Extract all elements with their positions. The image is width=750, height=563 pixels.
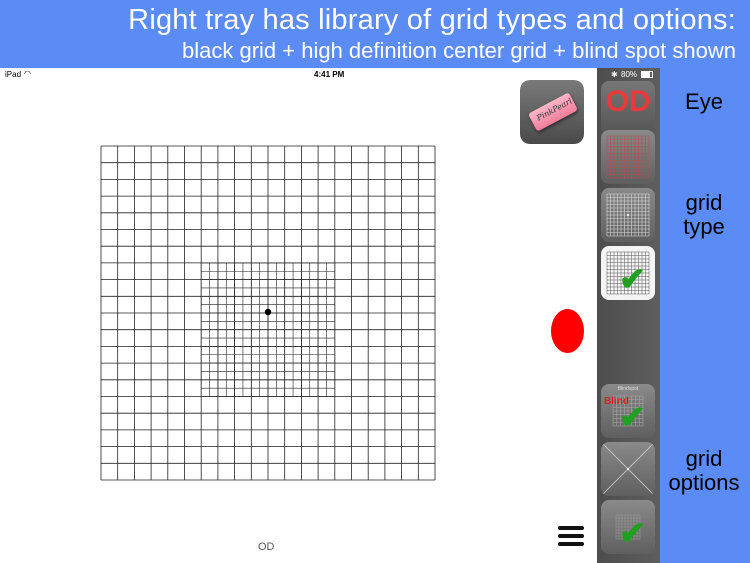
- annotation-grid-type-line1: grid: [685, 190, 723, 215]
- eye-toggle-button[interactable]: OD: [601, 81, 655, 135]
- hamburger-menu-icon[interactable]: [558, 526, 584, 548]
- hd-center-option-button[interactable]: ✔: [601, 500, 655, 554]
- banner-title: Right tray has library of grid types and…: [128, 4, 736, 36]
- grid-type-red-button[interactable]: [601, 130, 655, 184]
- bluetooth-icon: ✱: [611, 70, 618, 79]
- current-eye-label: OD: [258, 541, 275, 553]
- right-tray: ✱ 80% OD ✔ Blindspot Blind ✔ ✔: [597, 68, 660, 563]
- annotation-eye: Eye: [685, 89, 723, 114]
- blind-option-header: Blindspot: [617, 386, 639, 392]
- checkmark-icon: ✔: [619, 399, 646, 435]
- grid-type-black-button[interactable]: ✔: [601, 246, 655, 300]
- grid-type-white-button[interactable]: [601, 188, 655, 242]
- checkmark-icon: ✔: [619, 515, 646, 551]
- diagonal-lines-icon: [602, 443, 654, 495]
- ipad-screen: iPad ◠ 4:41 PM PinkPearl OD ✱ 80% OD ✔ B…: [0, 68, 660, 563]
- white-grid-thumbnail-icon: [606, 193, 650, 237]
- annotation-grid-options-line1: grid: [685, 446, 723, 471]
- eraser-button[interactable]: PinkPearl: [520, 80, 584, 144]
- annotation-grid-type-line2: type: [683, 214, 725, 239]
- battery-icon: [641, 71, 653, 78]
- battery-percent: 80%: [621, 70, 638, 79]
- annotation-grid-options-line2: options: [668, 470, 740, 495]
- blind-spot-marker: [551, 309, 584, 353]
- banner: Right tray has library of grid types and…: [0, 0, 750, 68]
- eraser-icon: PinkPearl: [527, 92, 579, 132]
- eye-toggle-label: OD: [605, 85, 651, 118]
- amsler-grid[interactable]: [0, 68, 597, 563]
- red-grid-thumbnail-icon: [606, 135, 650, 179]
- diagonal-lines-option-button[interactable]: [601, 442, 655, 496]
- banner-subtitle: black grid + high definition center grid…: [181, 38, 736, 63]
- blind-spot-option-button[interactable]: Blindspot Blind ✔: [601, 384, 655, 438]
- checkmark-icon: ✔: [619, 261, 646, 297]
